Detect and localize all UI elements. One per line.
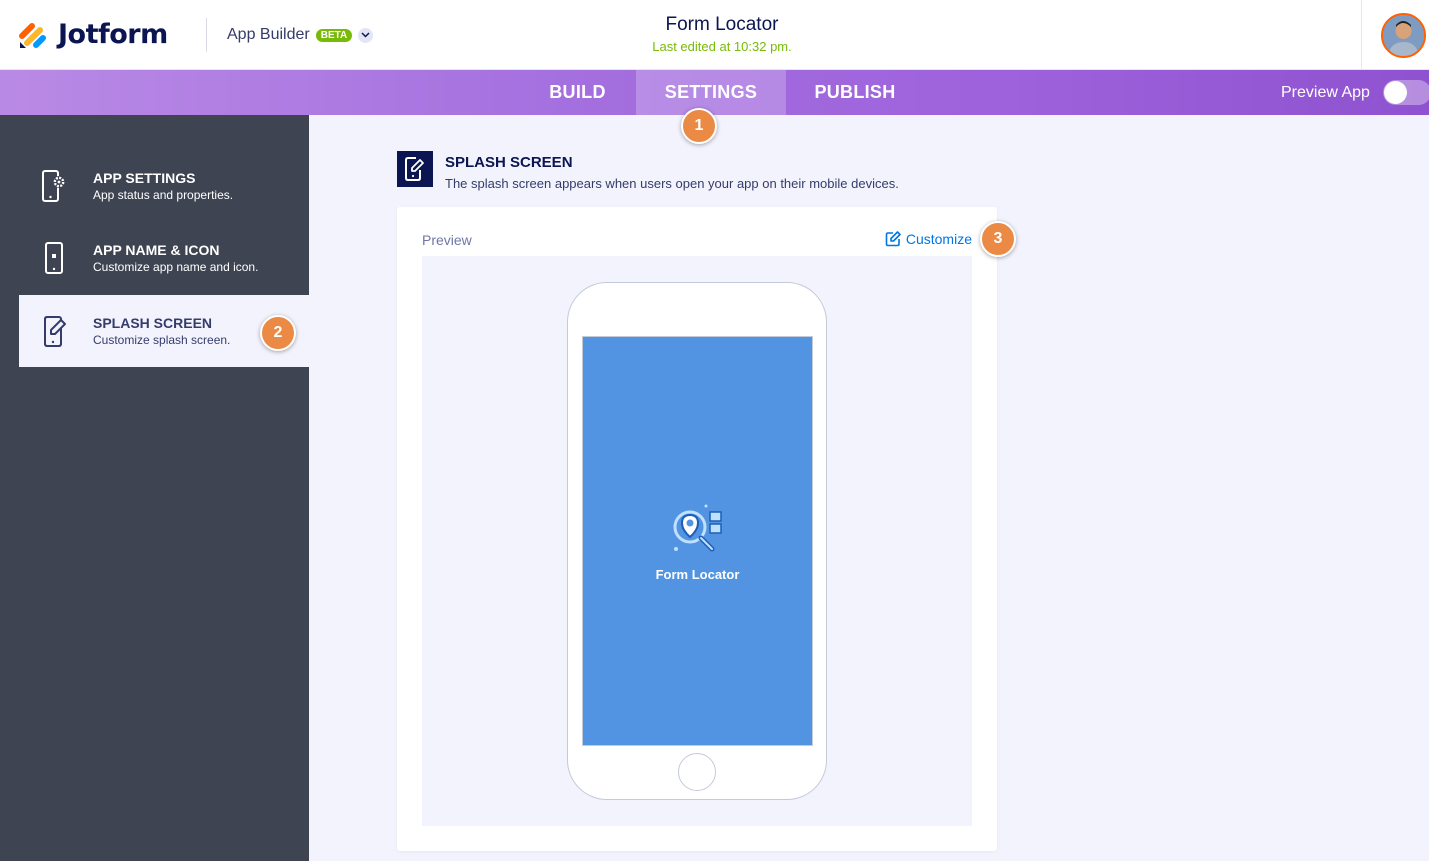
sidebar-item-subtitle: App status and properties.	[93, 188, 234, 202]
phone-mockup: Form Locator	[567, 282, 827, 800]
sidebar-item-app-settings[interactable]: APP SETTINGS App status and properties.	[19, 150, 309, 222]
customize-button[interactable]: Customize	[885, 231, 972, 247]
splash-app-name: Form Locator	[655, 566, 740, 582]
preview-label: Preview	[422, 232, 472, 248]
edit-icon	[885, 231, 901, 247]
step-badge-1: 1	[681, 108, 717, 144]
phone-edit-icon	[44, 315, 67, 347]
last-edited-status: Last edited at 10:32 pm.	[652, 39, 792, 54]
splash-preview-card: Preview Customize Form Locator	[397, 207, 997, 851]
tab-publish[interactable]: PUBLISH	[800, 70, 910, 115]
header-divider	[206, 18, 207, 52]
phone-gear-icon	[42, 170, 65, 202]
preview-area: Form Locator	[422, 256, 972, 826]
tab-build[interactable]: BUILD	[535, 70, 620, 115]
main-nav-bar: BUILD SETTINGS PUBLISH Preview App	[0, 70, 1429, 115]
top-header: Jotform App Builder BETA Form Locator La…	[0, 0, 1429, 70]
form-title[interactable]: Form Locator	[560, 14, 884, 36]
section-title: SPLASH SCREEN	[445, 154, 573, 171]
sidebar-item-title: APP SETTINGS	[93, 170, 196, 186]
toggle-knob	[1384, 81, 1407, 104]
step-badge-2: 2	[260, 315, 296, 351]
sidebar-item-title: APP NAME & ICON	[93, 242, 220, 258]
avatar-divider	[1361, 0, 1362, 70]
form-locator-app-icon	[673, 504, 722, 551]
beta-badge: BETA	[315, 28, 353, 42]
preview-app-label: Preview App	[1281, 84, 1370, 101]
jotform-logo-icon	[19, 23, 46, 48]
customize-label: Customize	[905, 231, 972, 247]
logo-text: Jotform	[58, 18, 168, 50]
splash-screen-section-icon	[397, 151, 433, 187]
tab-settings[interactable]: SETTINGS	[636, 70, 786, 115]
chevron-down-icon[interactable]	[358, 27, 374, 43]
step-badge-3: 3	[980, 221, 1016, 257]
app-builder-label: App Builder	[227, 26, 310, 43]
sidebar-item-title: SPLASH SCREEN	[93, 315, 213, 331]
app-builder-switcher[interactable]: App Builder BETA	[227, 26, 374, 44]
phone-icon	[45, 242, 63, 274]
splash-screen-preview: Form Locator	[582, 336, 813, 746]
sidebar-item-app-name-icon[interactable]: APP NAME & ICON Customize app name and i…	[19, 222, 309, 294]
preview-app-toggle[interactable]	[1383, 80, 1429, 105]
sidebar-item-subtitle: Customize app name and icon.	[93, 260, 259, 274]
sidebar-item-subtitle: Customize splash screen.	[93, 333, 231, 347]
jotform-logo[interactable]: Jotform	[18, 18, 168, 50]
phone-edit-icon	[405, 157, 424, 181]
section-subtitle: The splash screen appears when users ope…	[445, 176, 899, 191]
phone-home-button	[678, 753, 716, 791]
form-title-block: Form Locator Last edited at 10:32 pm.	[560, 14, 884, 54]
settings-sidebar: APP SETTINGS App status and properties. …	[0, 115, 309, 861]
user-avatar-icon	[1383, 15, 1424, 56]
avatar[interactable]	[1381, 13, 1426, 58]
